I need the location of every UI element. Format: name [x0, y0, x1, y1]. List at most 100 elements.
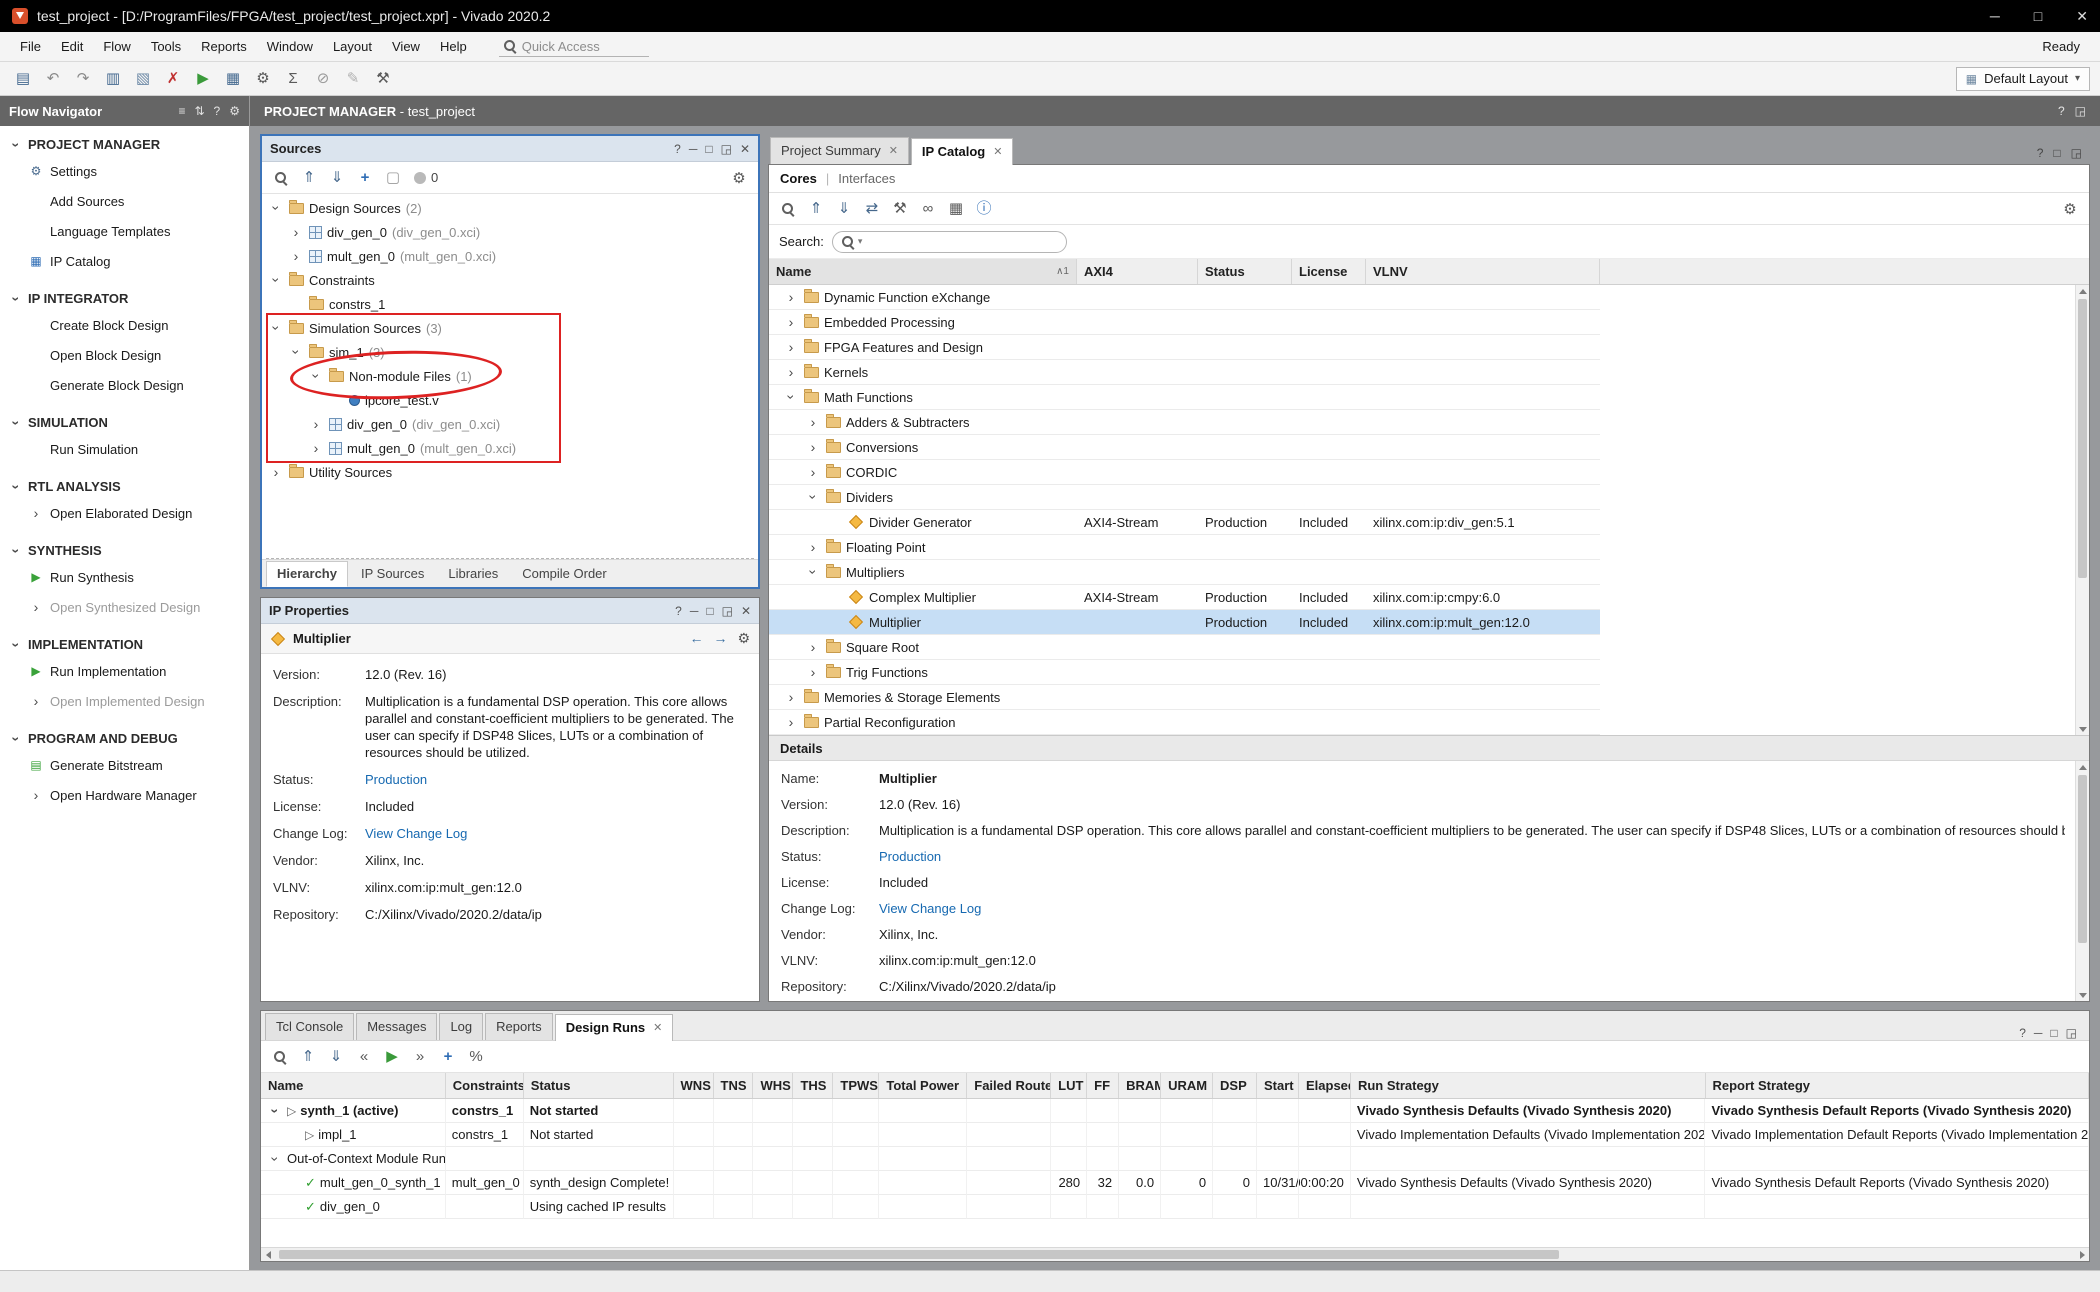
flow-section-synthesis[interactable]: ›SYNTHESIS [0, 536, 249, 562]
wrench-icon[interactable]: ⚒ [370, 66, 396, 92]
flow-item-generate-bitstream[interactable]: ▤Generate Bitstream [0, 750, 249, 780]
expand-chevron-icon[interactable]: › [805, 490, 821, 504]
collapse-all-icon[interactable]: ⇑ [295, 1044, 321, 1070]
expand-chevron-icon[interactable]: › [783, 690, 799, 704]
flow-item-create-block-design[interactable]: Create Block Design [0, 310, 249, 340]
subtab-cores[interactable]: Cores [780, 171, 817, 186]
close-icon[interactable]: ✕ [741, 604, 751, 618]
flow-section-rtl-analysis[interactable]: ›RTL ANALYSIS [0, 472, 249, 498]
add-icon[interactable]: + [435, 1044, 461, 1070]
field-value[interactable]: View Change Log [365, 825, 749, 842]
menu-window[interactable]: Window [257, 34, 323, 59]
field-value[interactable]: Production [879, 848, 2065, 865]
help-icon[interactable]: ? [2037, 146, 2044, 160]
settings-gear-icon[interactable]: ⚙ [229, 104, 240, 118]
maximize-icon[interactable]: ◲ [2066, 1026, 2077, 1040]
column-header-report-strategy[interactable]: Report Strategy [1706, 1073, 2090, 1098]
menu-icon[interactable]: ≡ [178, 104, 185, 118]
collapse-all-icon[interactable]: ⇑ [803, 196, 829, 222]
sources-tab-compile-order[interactable]: Compile Order [511, 561, 618, 587]
flow-item-open-hardware-manager[interactable]: ›Open Hardware Manager [0, 780, 249, 810]
expand-chevron-icon[interactable]: › [28, 788, 44, 802]
flow-item-settings[interactable]: ⚙Settings [0, 156, 249, 186]
column-header-total-power[interactable]: Total Power [879, 1073, 967, 1098]
expand-chevron-icon[interactable]: › [805, 540, 821, 554]
catalog-row-multiplier[interactable]: ›MultiplierProductionIncludedxilinx.com:… [769, 610, 2089, 635]
run-icon[interactable]: ▶ [190, 66, 216, 92]
expand-chevron-icon[interactable]: › [8, 638, 24, 652]
ip-properties-header[interactable]: IP Properties ?─□◲✕ [261, 598, 759, 624]
forward-icon[interactable]: → [713, 630, 727, 647]
add-sources-icon[interactable]: + [352, 165, 378, 191]
flow-item-ip-catalog[interactable]: ▦IP Catalog [0, 246, 249, 276]
column-header-ff[interactable]: FF [1087, 1073, 1119, 1098]
column-header-vlnv[interactable]: VLNV [1366, 259, 1600, 284]
column-header-axi4[interactable]: AXI4 [1077, 259, 1198, 284]
first-icon[interactable]: « [351, 1044, 377, 1070]
minimize-button[interactable]: ─ [1990, 8, 2000, 25]
flow-item-open-elaborated-design[interactable]: ›Open Elaborated Design [0, 498, 249, 528]
column-header-bram[interactable]: BRAM [1119, 1073, 1161, 1098]
flow-item-open-synthesized-design[interactable]: ›Open Synthesized Design [0, 592, 249, 622]
expand-chevron-icon[interactable]: › [8, 292, 24, 306]
flow-item-generate-block-design[interactable]: Generate Block Design [0, 370, 249, 400]
tree-item-non-module-files[interactable]: ›Non-module Files (1) [262, 364, 758, 388]
flow-item-run-synthesis[interactable]: ▶Run Synthesis [0, 562, 249, 592]
catalog-row-fpga-features-and-design[interactable]: ›FPGA Features and Design [769, 335, 2089, 360]
sum-icon[interactable]: Σ [280, 66, 306, 92]
tree-item-ipcore-test-v[interactable]: ›ipcore_test.v [262, 388, 758, 412]
expand-chevron-icon[interactable]: › [8, 544, 24, 558]
sources-panel-header[interactable]: Sources ?─□◲✕ [262, 136, 758, 162]
flow-section-implementation[interactable]: ›IMPLEMENTATION [0, 630, 249, 656]
expand-chevron-icon[interactable]: › [268, 321, 284, 335]
search-icon[interactable] [267, 1044, 293, 1070]
dashboard-icon[interactable]: ▦ [220, 66, 246, 92]
expand-chevron-icon[interactable]: › [308, 369, 324, 383]
flow-item-add-sources[interactable]: Add Sources [0, 186, 249, 216]
catalog-row-kernels[interactable]: ›Kernels [769, 360, 2089, 385]
wrench-icon[interactable]: ⚒ [887, 196, 913, 222]
flow-section-project-manager[interactable]: ›PROJECT MANAGER [0, 130, 249, 156]
tree-item-constrs-1[interactable]: ›constrs_1 [262, 292, 758, 316]
tree-item-div-gen-0[interactable]: ›div_gen_0 (div_gen_0.xci) [262, 412, 758, 436]
close-button[interactable]: ✕ [2076, 8, 2088, 25]
menu-help[interactable]: Help [430, 34, 477, 59]
column-header-ths[interactable]: THS [793, 1073, 833, 1098]
catalog-row-divider-generator[interactable]: ›Divider GeneratorAXI4-StreamProductionI… [769, 510, 2089, 535]
maximize-icon[interactable]: ◲ [2071, 146, 2082, 160]
grid-icon[interactable]: ▦ [943, 196, 969, 222]
column-header-tns[interactable]: TNS [714, 1073, 754, 1098]
settings-gear-icon[interactable]: ⚙ [737, 630, 750, 647]
expand-chevron-icon[interactable]: › [805, 465, 821, 479]
quick-access-search[interactable]: Quick Access [499, 37, 649, 57]
catalog-row-square-root[interactable]: ›Square Root [769, 635, 2089, 660]
info-icon[interactable]: ⓘ [971, 196, 997, 222]
scroll-up-icon[interactable] [2076, 285, 2090, 297]
catalog-row-partial-reconfiguration[interactable]: ›Partial Reconfiguration [769, 710, 2089, 735]
back-icon[interactable]: ← [689, 630, 703, 647]
catalog-row-memories-storage-elements[interactable]: ›Memories & Storage Elements [769, 685, 2089, 710]
expand-chevron-icon[interactable]: › [783, 315, 799, 329]
sources-tab-ip-sources[interactable]: IP Sources [350, 561, 435, 587]
catalog-row-cordic[interactable]: ›CORDIC [769, 460, 2089, 485]
tree-item-mult-gen-0[interactable]: ›mult_gen_0 (mult_gen_0.xci) [262, 244, 758, 268]
help-icon[interactable]: ? [675, 604, 682, 618]
expand-chevron-icon[interactable]: › [783, 365, 799, 379]
catalog-row-trig-functions[interactable]: ›Trig Functions [769, 660, 2089, 685]
copy-icon[interactable]: ▥ [100, 66, 126, 92]
expand-chevron-icon[interactable]: › [267, 1104, 283, 1118]
tab-ip-catalog[interactable]: IP Catalog✕ [911, 138, 1014, 165]
save-icon[interactable]: ▤ [10, 66, 36, 92]
flow-item-language-templates[interactable]: Language Templates [0, 216, 249, 246]
field-value[interactable]: Production [365, 771, 749, 788]
scroll-left-icon[interactable] [261, 1248, 275, 1261]
edit-icon[interactable]: ✎ [340, 66, 366, 92]
run-row-out-of-context-module-runs[interactable]: ›Out-of-Context Module Runs [261, 1147, 2089, 1171]
field-value[interactable]: View Change Log [879, 900, 2065, 917]
expand-chevron-icon[interactable]: › [268, 273, 284, 287]
flow-item-open-implemented-design[interactable]: ›Open Implemented Design [0, 686, 249, 716]
expand-chevron-icon[interactable]: › [267, 1152, 283, 1166]
refresh-icon[interactable]: ⇄ [859, 196, 885, 222]
catalog-row-math-functions[interactable]: ›Math Functions [769, 385, 2089, 410]
column-header-wns[interactable]: WNS [674, 1073, 714, 1098]
